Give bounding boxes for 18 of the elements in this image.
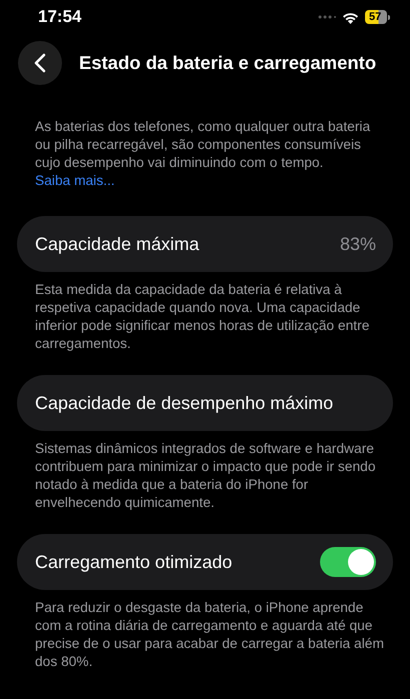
back-chevron-icon <box>34 53 46 73</box>
setting-footer: Sistemas dinâmicos integrados de software e hardware contribuem para minimizar o impacto que pode ir sendo notado à medida que a bateria do iPhone for envelhecendo quimicamente. <box>35 440 390 512</box>
intro-paragraph: As baterias dos telefones, como qualquer outra bateria ou pilha recarregável, são componentes consumíveis cujo desempenho vai diminuindo com o tempo. Saiba mais... <box>35 118 372 190</box>
setting-label: Carregamento otimizado <box>35 552 232 572</box>
setting-value: 83% <box>340 234 376 254</box>
back-button[interactable] <box>18 41 62 85</box>
toggle-switch[interactable] <box>320 547 376 577</box>
setting-footer: Para reduzir o desgaste da bateria, o iPhone aprende com a rotina diária de carregamento e aguarda até que precise de o usar para acabar de carregar a bateria além dos 80%. <box>35 599 390 671</box>
setting-footer: Esta medida da capacidade da bateria é relativa à respetiva capacidade quando nova. Uma capacidade inferior pode significar menos horas de utilização entre carregamentos. <box>35 281 390 353</box>
learn-more-link[interactable]: Saiba mais... <box>35 173 115 188</box>
wifi-icon <box>342 10 359 24</box>
battery-level: 57 <box>365 10 387 24</box>
setting-row-card[interactable]: Capacidade de desempenho máximo <box>17 375 393 431</box>
page-title: Estado da bateria e carregamento <box>79 52 376 74</box>
setting-label: Capacidade máxima <box>35 234 200 254</box>
status-time: 17:54 <box>38 7 82 27</box>
signal-icon <box>318 15 336 19</box>
setting-label: Capacidade de desempenho máximo <box>35 392 334 414</box>
